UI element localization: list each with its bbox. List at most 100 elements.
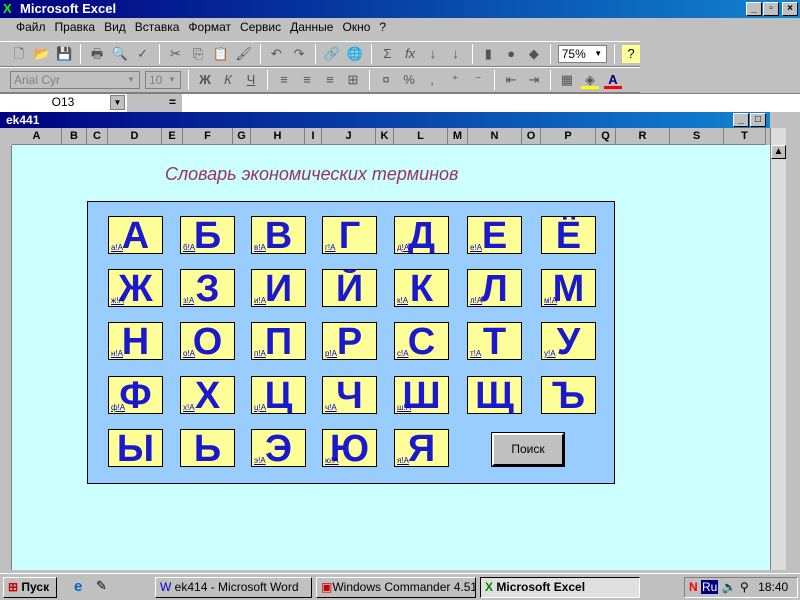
column-header[interactable]: B — [62, 128, 87, 145]
copy-icon[interactable]: ⎘ — [189, 45, 207, 63]
start-button[interactable]: ⊞ Пуск — [3, 577, 57, 598]
formula-equals[interactable]: = — [127, 94, 182, 112]
speaker-icon[interactable]: 🔈 — [722, 580, 737, 594]
column-header[interactable]: K — [376, 128, 394, 145]
letter-button[interactable]: Тт!А — [467, 322, 522, 360]
column-header[interactable]: L — [394, 128, 448, 145]
fill-color-icon[interactable]: ◈ — [581, 71, 599, 89]
letter-link[interactable]: м!А — [544, 297, 557, 305]
map-icon[interactable]: ● — [502, 45, 520, 63]
column-header[interactable]: O — [522, 128, 541, 145]
letter-button[interactable]: Вв!А — [251, 216, 306, 254]
letter-button[interactable]: Лл!А — [467, 269, 522, 307]
comma-icon[interactable]: , — [423, 71, 441, 89]
cut-icon[interactable]: ✂ — [167, 45, 185, 63]
letter-link[interactable]: и!А — [254, 297, 266, 305]
letter-button[interactable]: Жж!А — [108, 269, 163, 307]
menu-item[interactable]: Файл — [16, 20, 46, 38]
hyperlink-icon[interactable]: 🔗 — [323, 45, 341, 63]
menu-item[interactable]: Формат — [188, 20, 231, 38]
sort-ascending-icon[interactable]: ↓ — [424, 45, 442, 63]
letter-button[interactable]: Бб!А — [180, 216, 235, 254]
letter-button[interactable]: Ь — [180, 429, 235, 467]
redo-icon[interactable]: ↷ — [290, 45, 308, 63]
search-button[interactable]: Поиск — [491, 432, 565, 467]
letter-link[interactable]: б!А — [183, 244, 195, 252]
letter-button[interactable]: Нн!А — [108, 322, 163, 360]
increase-decimal-icon[interactable]: ⁺ — [446, 71, 464, 89]
language-indicator[interactable]: Ru — [701, 580, 719, 594]
spelling-icon[interactable]: ✓ — [134, 45, 152, 63]
letter-button[interactable]: Щ — [467, 376, 522, 414]
letter-link[interactable]: о!А — [183, 350, 195, 358]
letter-button[interactable]: Фф!А — [108, 376, 163, 414]
column-header[interactable]: M — [448, 128, 468, 145]
vertical-scrollbar[interactable]: ▲ — [770, 128, 786, 570]
letter-link[interactable]: с!А — [397, 350, 409, 358]
letter-link[interactable]: у!А — [544, 350, 556, 358]
menu-item[interactable]: Вставка — [135, 20, 180, 38]
menu-item[interactable]: Данные — [290, 20, 333, 38]
align-left-icon[interactable]: ≡ — [275, 71, 293, 89]
decrease-decimal-icon[interactable]: ⁻ — [469, 71, 487, 89]
letter-link[interactable]: ш!А — [397, 404, 411, 412]
letter-link[interactable]: ч!А — [325, 404, 337, 412]
task-word[interactable]: W ek414 - Microsoft Word — [155, 577, 312, 598]
outlook-icon[interactable]: ✎ — [96, 578, 107, 594]
percent-icon[interactable]: % — [400, 71, 418, 89]
help-icon[interactable]: ? — [622, 45, 640, 63]
task-excel[interactable]: X Microsoft Excel — [480, 577, 640, 598]
letter-button[interactable]: Дд!А — [394, 216, 449, 254]
function-icon[interactable]: fx — [401, 45, 419, 63]
chart-wizard-icon[interactable]: ▮ — [480, 45, 498, 63]
column-header[interactable]: P — [541, 128, 596, 145]
letter-link[interactable]: н!А — [111, 350, 123, 358]
workbook-minimize-button[interactable]: _ — [733, 113, 749, 127]
scroll-up-icon[interactable]: ▲ — [771, 145, 786, 159]
align-right-icon[interactable]: ≡ — [321, 71, 339, 89]
sort-descending-icon[interactable]: ↓ — [447, 45, 465, 63]
undo-icon[interactable]: ↶ — [268, 45, 286, 63]
column-header[interactable]: N — [468, 128, 522, 145]
letter-button[interactable]: Ы — [108, 429, 163, 467]
letter-button[interactable]: Пп!А — [251, 322, 306, 360]
network-icon[interactable]: ⚲ — [740, 580, 749, 594]
new-icon[interactable]: 🗋 — [10, 45, 28, 63]
letter-link[interactable]: ю!А — [325, 457, 339, 465]
italic-icon[interactable]: К — [219, 71, 237, 89]
letter-button[interactable]: Хх!А — [180, 376, 235, 414]
task-windows-commander[interactable]: ▣Windows Commander 4.51... — [316, 577, 476, 598]
letter-link[interactable]: к!А — [397, 297, 408, 305]
letter-button[interactable]: Чч!А — [322, 376, 377, 414]
letter-link[interactable]: ц!А — [254, 404, 266, 412]
autosum-icon[interactable]: Σ — [379, 45, 397, 63]
letter-link[interactable]: ж!А — [111, 297, 124, 305]
name-box[interactable]: O13 — [0, 94, 126, 112]
letter-button[interactable]: Ии!А — [251, 269, 306, 307]
menu-item[interactable]: Окно — [342, 20, 370, 38]
workbook-maximize-button[interactable]: □ — [750, 113, 766, 127]
zoom-select[interactable]: 75% ▼ — [557, 45, 608, 63]
column-header[interactable]: F — [183, 128, 233, 145]
n-icon[interactable]: N — [689, 580, 698, 594]
column-header[interactable]: H — [251, 128, 305, 145]
letter-link[interactable]: л!А — [470, 297, 482, 305]
column-header[interactable]: R — [616, 128, 670, 145]
increase-indent-icon[interactable]: ⇥ — [525, 71, 543, 89]
column-header[interactable]: T — [724, 128, 766, 145]
column-header[interactable]: Q — [596, 128, 616, 145]
letter-link[interactable]: ф!А — [111, 404, 125, 412]
print-preview-icon[interactable]: 🔍 — [111, 45, 129, 63]
print-icon[interactable]: 🖶 — [88, 45, 106, 63]
letter-link[interactable]: а!А — [111, 244, 123, 252]
save-icon[interactable]: 💾 — [56, 45, 74, 63]
letter-link[interactable]: в!А — [254, 244, 266, 252]
underline-icon[interactable]: Ч — [242, 71, 260, 89]
currency-icon[interactable]: ¤ — [377, 71, 395, 89]
minimize-button[interactable]: _ — [746, 2, 762, 16]
drawing-icon[interactable]: ◆ — [525, 45, 543, 63]
column-header[interactable]: G — [233, 128, 251, 145]
chevron-down-icon[interactable]: ▼ — [110, 95, 125, 110]
column-header[interactable]: E — [162, 128, 183, 145]
letter-link[interactable]: р!А — [325, 350, 337, 358]
